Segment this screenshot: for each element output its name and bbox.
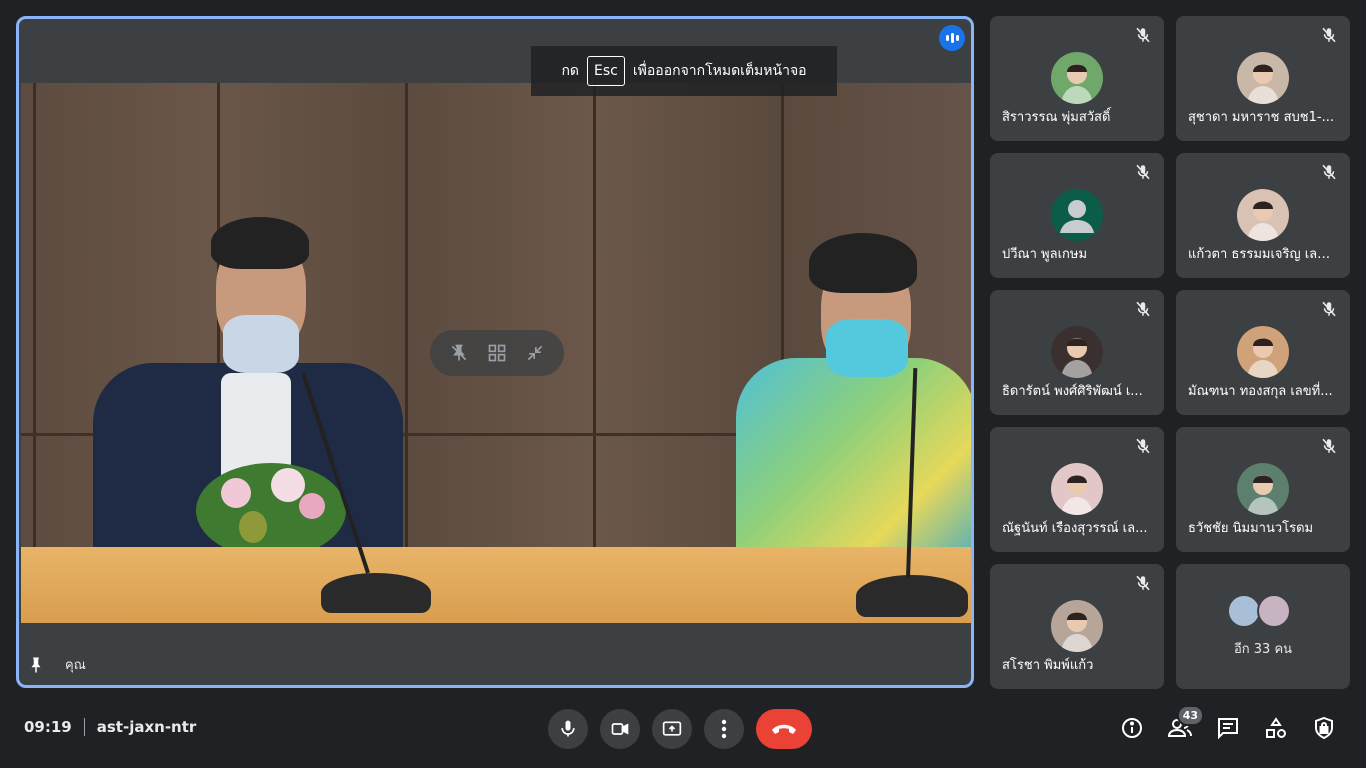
avatar: [1051, 600, 1103, 652]
participant-name: สุชาดา มหาราช สบช1-...: [1188, 110, 1334, 125]
activities-icon: [1266, 717, 1286, 738]
mic-off-icon: [1322, 301, 1336, 317]
clock: 09:19: [24, 718, 72, 736]
main-video-tile[interactable]: กด Esc เพื่อออกจากโหมดเต็มหน้าจอ คุณ: [16, 16, 974, 688]
mic-off-icon: [1136, 438, 1150, 454]
shield-lock-icon: [1315, 716, 1333, 740]
participant-tile[interactable]: ปวีณา พูลเกษม: [990, 153, 1164, 278]
camera-button[interactable]: [600, 709, 640, 749]
tile-layout-icon[interactable]: [486, 342, 508, 364]
participant-tile[interactable]: สโรชา พิมพ์แก้ว: [990, 564, 1164, 689]
avatar: [1051, 189, 1103, 241]
participant-tile[interactable]: แก้วตา ธรรมมเจริญ เลข...: [1176, 153, 1350, 278]
participant-name: สิราวรรณ พุ่มสวัสดิ์: [1002, 110, 1111, 125]
avatar: [1237, 189, 1289, 241]
mic-off-icon: [1136, 301, 1150, 317]
more-options-button[interactable]: [704, 709, 744, 749]
avatar: [1051, 326, 1103, 378]
people-count-badge: 43: [1176, 705, 1204, 726]
present-screen-button[interactable]: [652, 709, 692, 749]
unpin-icon[interactable]: [448, 342, 470, 364]
avatar: [1051, 463, 1103, 515]
mic-off-icon: [1322, 164, 1336, 180]
participant-tile[interactable]: สุชาดา มหาราช สบช1-...: [1176, 16, 1350, 141]
mic-off-icon: [1136, 575, 1150, 591]
mic-off-icon: [1322, 438, 1336, 454]
participant-name: สโรชา พิมพ์แก้ว: [1002, 658, 1094, 673]
mic-off-icon: [1322, 27, 1336, 43]
avatar: [1237, 52, 1289, 104]
participant-name: ธิดารัตน์ พงศ์ศิริพัฒน์ เ...: [1002, 384, 1143, 399]
avatar: [1237, 463, 1289, 515]
host-controls-button[interactable]: [1310, 714, 1338, 742]
participant-tile[interactable]: ธิดารัตน์ พงศ์ศิริพัฒน์ เ...: [990, 290, 1164, 415]
esc-hint-suffix: เพื่อออกจากโหมดเต็มหน้าจอ: [632, 63, 807, 79]
participant-tile[interactable]: สิราวรรณ พุ่มสวัสดิ์: [990, 16, 1164, 141]
participant-name: ปวีณา พูลเกษม: [1002, 247, 1088, 262]
microphone-icon: [561, 720, 575, 737]
bottom-control-bar: 09:19 ast-jaxn-ntr 43: [0, 700, 1366, 768]
tile-footer: คุณ: [27, 654, 86, 675]
chat-icon: [1218, 718, 1238, 740]
esc-key: Esc: [587, 56, 625, 86]
speaking-indicator-icon: [939, 25, 965, 51]
hang-up-icon: [772, 724, 796, 734]
leave-call-button[interactable]: [756, 709, 812, 749]
more-participants-tile[interactable]: อีก 33 คน: [1176, 564, 1350, 689]
self-name-label: คุณ: [65, 658, 86, 673]
info-icon: [1122, 718, 1142, 738]
participant-name: แก้วตา ธรรมมเจริญ เลข...: [1188, 247, 1338, 262]
mic-off-icon: [1136, 27, 1150, 43]
minimize-icon[interactable]: [524, 342, 546, 364]
avatar: [1237, 326, 1289, 378]
more-participants-label: อีก 33 คน: [1233, 642, 1293, 657]
activities-button[interactable]: [1262, 714, 1290, 742]
participant-name: ธวัชชัย นิมมานวโรดม: [1188, 521, 1314, 536]
microphone-button[interactable]: [548, 709, 588, 749]
meeting-code: ast-jaxn-ntr: [96, 718, 197, 736]
participant-name: ณัฐนันท์ เรืองสุวรรณ์ เล...: [1002, 521, 1148, 536]
participant-tile[interactable]: ณัฐนันท์ เรืองสุวรรณ์ เล...: [990, 427, 1164, 552]
chat-button[interactable]: [1214, 714, 1242, 742]
participant-tile[interactable]: ธวัชชัย นิมมานวโรดม: [1176, 427, 1350, 552]
participant-tile[interactable]: มัณฑนา ทองสกุล เลขที่...: [1176, 290, 1350, 415]
more-vert-icon: [721, 719, 727, 739]
avatar: [1257, 594, 1291, 628]
avatar: [1227, 594, 1261, 628]
fullscreen-exit-hint: กด Esc เพื่อออกจากโหมดเต็มหน้าจอ: [531, 46, 837, 96]
esc-hint-prefix: กด: [561, 63, 580, 79]
people-button[interactable]: 43: [1166, 705, 1204, 742]
participant-name: มัณฑนา ทองสกุล เลขที่...: [1188, 384, 1333, 399]
present-screen-icon: [662, 721, 682, 736]
camera-icon: [611, 723, 629, 735]
avatar: [1051, 52, 1103, 104]
mic-off-icon: [1136, 164, 1150, 180]
pin-icon[interactable]: [27, 655, 45, 675]
meeting-info: 09:19 ast-jaxn-ntr: [24, 718, 196, 736]
tile-hover-controls: [430, 330, 564, 376]
more-avatars: [1227, 594, 1291, 628]
meeting-details-button[interactable]: [1118, 714, 1146, 742]
